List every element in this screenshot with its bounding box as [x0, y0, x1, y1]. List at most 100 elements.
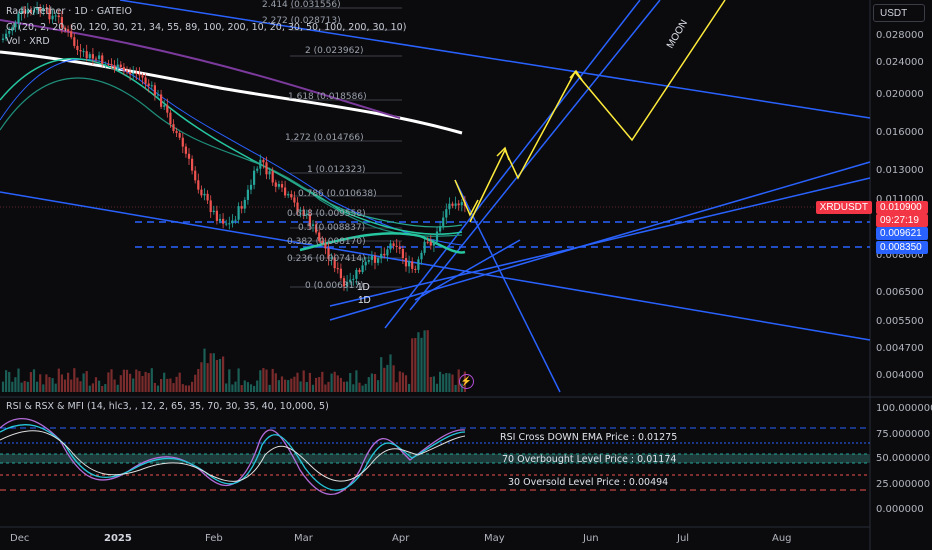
indicator-volume-legend[interactable]: Vol · XRD: [6, 36, 50, 47]
volume-bar: [355, 370, 358, 392]
candle-body: [265, 162, 268, 175]
candle-body: [116, 64, 119, 70]
candle-body: [172, 124, 175, 131]
volume-bar: [73, 368, 76, 392]
volume-bar: [411, 338, 414, 392]
volume-bar: [8, 371, 11, 392]
volume-bar: [408, 383, 411, 392]
volume-bar: [308, 372, 311, 392]
candle-body: [435, 231, 439, 242]
volume-bar: [54, 383, 57, 392]
volume-bar: [284, 379, 287, 392]
volume-bar: [442, 374, 445, 392]
volume-bar: [32, 369, 36, 392]
candle-body: [253, 170, 256, 185]
candle-body: [160, 94, 163, 107]
candle-body: [293, 197, 296, 203]
fib-label: 0 (0.006317): [305, 281, 364, 291]
candle-body: [287, 194, 290, 196]
volume-bar: [29, 372, 32, 392]
currency-selector[interactable]: USDT: [873, 4, 925, 22]
volume-bar: [184, 385, 187, 392]
candle-body: [113, 65, 116, 70]
volume-bar: [342, 381, 346, 392]
volume-bar: [417, 332, 420, 392]
candle-body: [132, 72, 135, 75]
volume-bar: [225, 383, 228, 392]
volume-bar: [392, 365, 395, 392]
candle-body: [240, 206, 243, 209]
candle-body: [225, 223, 228, 225]
symbol-title[interactable]: Radix/Tether · 1D · GATEIO: [6, 6, 132, 17]
candle-body: [156, 94, 160, 96]
lightning-icon[interactable]: ⚡: [459, 374, 474, 389]
candle-body: [175, 130, 178, 134]
candle-body: [429, 241, 432, 246]
candle-body: [135, 72, 138, 75]
candle-body: [141, 75, 144, 78]
candle-body: [389, 243, 392, 250]
candle-body: [1, 38, 5, 40]
candle-body: [101, 55, 104, 65]
volume-bar: [39, 374, 42, 392]
volume-bar: [70, 379, 73, 392]
candle-body: [352, 278, 355, 280]
candle-body: [191, 158, 194, 171]
volume-bar: [135, 369, 138, 392]
rsi-axis-label: 75.000000: [876, 429, 931, 440]
candle-body: [215, 210, 218, 221]
volume-bar: [79, 381, 82, 392]
candle-body: [460, 202, 463, 206]
candle-body: [277, 184, 280, 187]
volume-bar: [277, 380, 280, 392]
volume-bar: [166, 378, 169, 392]
volume-bar: [358, 382, 361, 392]
volume-bar: [361, 385, 364, 392]
volume-bar: [203, 348, 206, 392]
volume-bar: [26, 381, 29, 392]
volume-bar: [5, 370, 8, 392]
chart-canvas[interactable]: [0, 0, 932, 550]
price-axis-label: 0.005500: [876, 316, 924, 327]
volume-bar: [423, 330, 426, 392]
candle-body: [395, 245, 398, 248]
candle-body: [184, 146, 187, 154]
volume-bar: [147, 373, 150, 392]
volume-bar: [311, 384, 315, 392]
rsi-indicator-legend[interactable]: RSI & RSX & MFI (14, hlc3, , 12, 2, 65, …: [6, 401, 329, 412]
candle-body: [411, 261, 414, 269]
candle-body: [414, 268, 417, 270]
volume-bar: [290, 378, 293, 392]
candle-body: [181, 137, 184, 147]
price-axis-label: 0.024000: [876, 57, 924, 68]
volume-bar: [315, 377, 318, 392]
volume-bar: [197, 368, 200, 392]
volume-bar: [57, 368, 60, 392]
candle-body: [144, 77, 147, 84]
candle-body: [125, 70, 129, 73]
candle-body: [380, 253, 383, 259]
volume-bar: [222, 356, 225, 392]
volume-bar: [259, 370, 262, 392]
volume-bar: [45, 374, 48, 392]
candle-body: [442, 217, 445, 227]
countdown-tag: 09:27:19: [876, 214, 928, 227]
time-axis-label: Aug: [772, 533, 792, 544]
candle-body: [203, 193, 206, 196]
candle-body: [94, 58, 98, 60]
volume-bar: [156, 385, 160, 392]
volume-bar: [76, 377, 79, 392]
volume-bar: [228, 369, 231, 392]
fib-label: 2 (0.023962): [305, 46, 364, 56]
indicator-ma-legend[interactable]: Cl (20, 2, 20, 60, 120, 30, 21, 34, 55, …: [6, 22, 406, 33]
volume-bar: [98, 380, 101, 392]
time-axis-label: Jun: [583, 533, 599, 544]
time-axis-label: May: [484, 533, 505, 544]
fib-label: 2.272 (0.028713): [262, 16, 341, 26]
candle-body: [246, 189, 249, 200]
candle-body: [231, 220, 234, 224]
candle-body: [404, 257, 408, 267]
candle-body: [88, 54, 91, 59]
price-axis-label: 0.004700: [876, 343, 924, 354]
volume-bar: [85, 371, 88, 392]
